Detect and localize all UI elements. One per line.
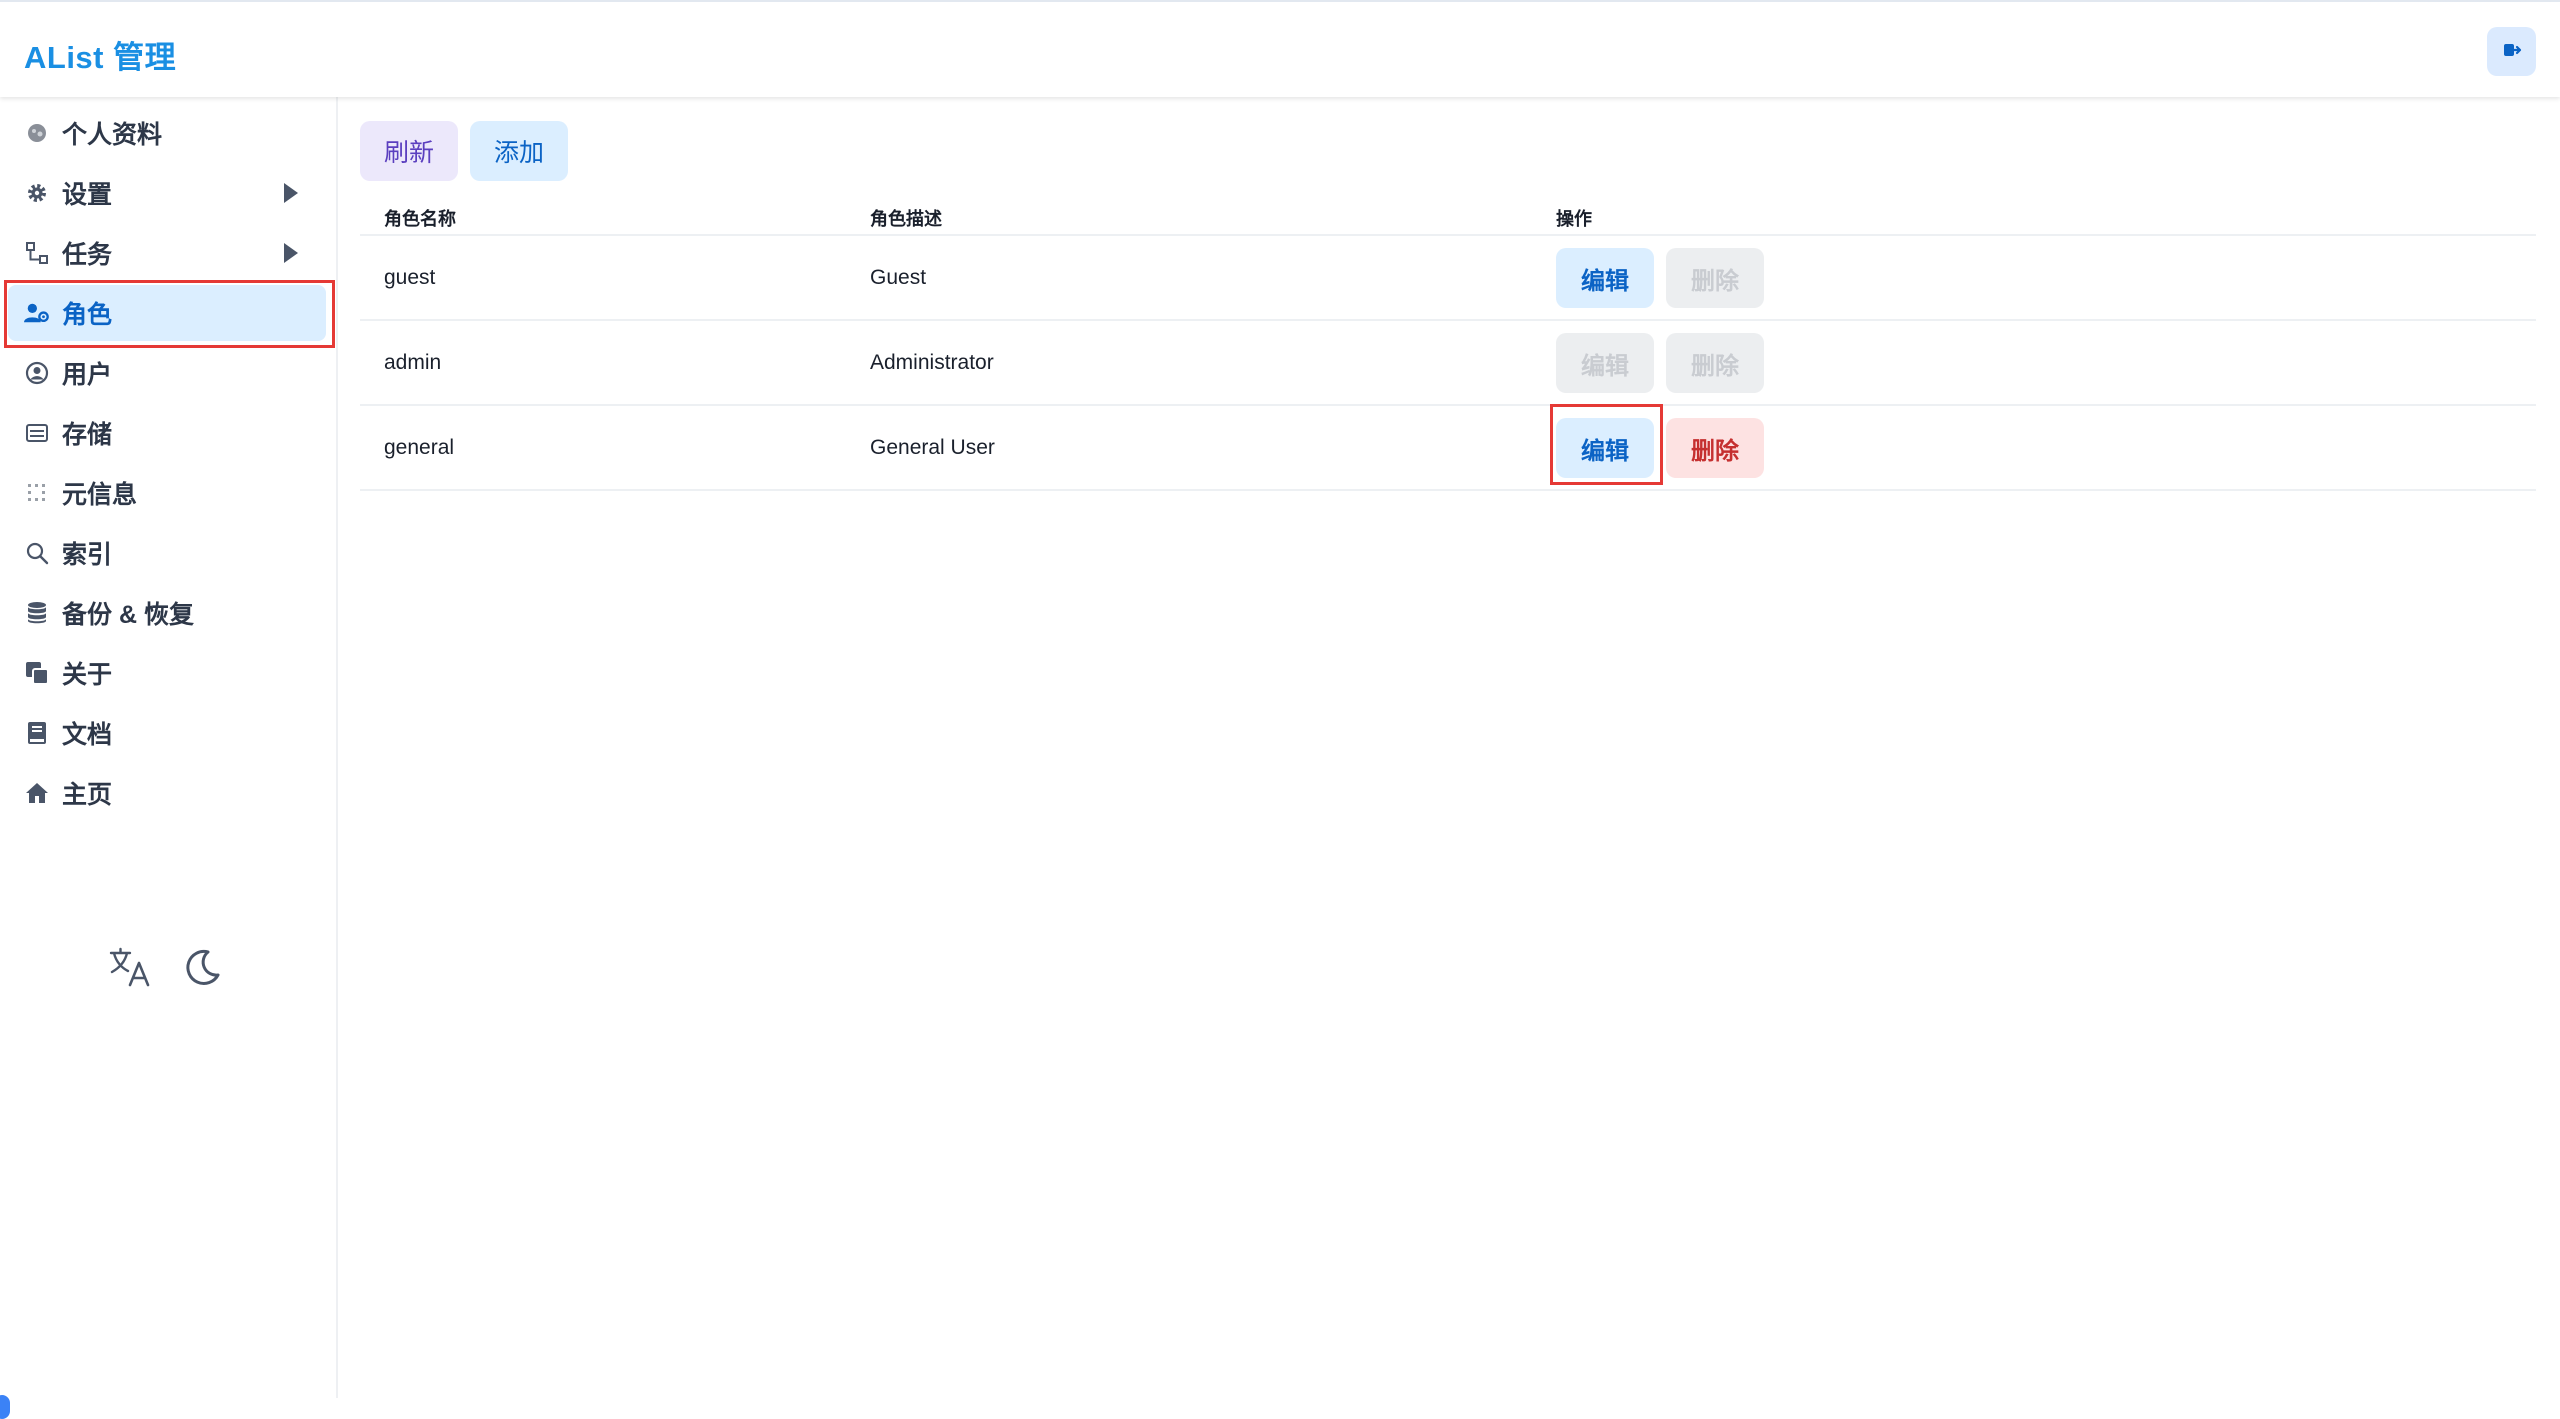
logout-icon bbox=[2502, 40, 2522, 63]
profile-icon bbox=[24, 120, 50, 146]
sidebar-item-label: 角色 bbox=[62, 301, 113, 329]
add-button[interactable]: 添加 bbox=[470, 121, 568, 181]
delete-button: 删除 bbox=[1666, 333, 1764, 393]
storage-icon bbox=[24, 420, 50, 446]
sidebar-item-home[interactable]: 主页 bbox=[8, 765, 326, 821]
role-description: Administrator bbox=[870, 351, 994, 374]
table-row: admin Administrator 编辑 删除 bbox=[360, 321, 2536, 406]
sidebar-item-settings[interactable]: 设置 bbox=[8, 165, 326, 221]
delete-button: 删除 bbox=[1666, 248, 1764, 308]
column-header-role-description: 角色描述 bbox=[870, 209, 942, 229]
sidebar-item-label: 用户 bbox=[62, 361, 113, 389]
meta-icon bbox=[24, 480, 50, 506]
sidebar-item-label: 主页 bbox=[62, 781, 113, 809]
search-icon bbox=[24, 540, 50, 566]
sidebar-item-label: 任务 bbox=[62, 241, 113, 269]
role-name: general bbox=[384, 436, 455, 459]
sidebar-item-backup[interactable]: 备份 & 恢复 bbox=[8, 585, 326, 641]
sidebar-item-roles[interactable]: 角色 bbox=[8, 285, 326, 341]
column-header-actions: 操作 bbox=[1556, 209, 1592, 229]
tasks-icon bbox=[24, 240, 50, 266]
chevron-right-icon bbox=[282, 241, 300, 272]
sidebar-item-label: 存储 bbox=[62, 421, 113, 449]
roles-table: 角色名称 角色描述 操作 guest Guest 编辑 删除 admin Adm… bbox=[360, 196, 2536, 491]
sidebar-item-label: 个人资料 bbox=[62, 121, 163, 149]
translate-icon[interactable] bbox=[108, 945, 152, 989]
logout-button[interactable] bbox=[2487, 27, 2536, 76]
sidebar-item-profile[interactable]: 个人资料 bbox=[8, 105, 326, 161]
role-description: General User bbox=[870, 436, 995, 459]
table-row: general General User 编辑 删除 bbox=[360, 406, 2536, 491]
book-icon bbox=[24, 720, 50, 746]
sidebar-item-docs[interactable]: 文档 bbox=[8, 705, 326, 761]
role-icon bbox=[24, 300, 50, 326]
sidebar-item-label: 索引 bbox=[62, 541, 113, 569]
sidebar-item-label: 文档 bbox=[62, 721, 113, 749]
sidebar-item-users[interactable]: 用户 bbox=[8, 345, 326, 401]
sidebar-footer bbox=[108, 945, 224, 989]
sidebar-item-storage[interactable]: 存储 bbox=[8, 405, 326, 461]
user-icon bbox=[24, 360, 50, 386]
scroll-indicator[interactable] bbox=[0, 1395, 10, 1419]
sidebar-item-index[interactable]: 索引 bbox=[8, 525, 326, 581]
role-name: admin bbox=[384, 351, 442, 374]
sidebar-item-label: 元信息 bbox=[62, 481, 138, 509]
sidebar-item-about[interactable]: 关于 bbox=[8, 645, 326, 701]
app-title[interactable]: AList 管理 bbox=[24, 32, 176, 77]
role-description: Guest bbox=[870, 266, 927, 289]
edit-button[interactable]: 编辑 bbox=[1556, 418, 1654, 478]
gear-icon bbox=[24, 180, 50, 206]
sidebar-item-label: 设置 bbox=[62, 181, 113, 209]
column-header-role-name: 角色名称 bbox=[384, 209, 456, 229]
sidebar-item-label: 备份 & 恢复 bbox=[62, 601, 194, 629]
sidebar-item-label: 关于 bbox=[62, 661, 113, 689]
edit-button: 编辑 bbox=[1556, 333, 1654, 393]
home-icon bbox=[24, 780, 50, 806]
chevron-right-icon bbox=[282, 181, 300, 212]
delete-button[interactable]: 删除 bbox=[1666, 418, 1764, 478]
app-header: AList 管理 bbox=[0, 0, 2560, 97]
sidebar: 个人资料 设置 任务 角色 用户 存储 元信息 索引 备份 & 恢复 关于 文档… bbox=[0, 97, 338, 1419]
edit-button[interactable]: 编辑 bbox=[1556, 248, 1654, 308]
table-row: guest Guest 编辑 删除 bbox=[360, 236, 2536, 321]
table-header: 角色名称 角色描述 操作 bbox=[360, 196, 2536, 236]
moon-icon[interactable] bbox=[180, 945, 224, 989]
about-icon bbox=[24, 660, 50, 686]
sidebar-item-tasks[interactable]: 任务 bbox=[8, 225, 326, 281]
sidebar-item-meta[interactable]: 元信息 bbox=[8, 465, 326, 521]
role-name: guest bbox=[384, 266, 436, 289]
refresh-button[interactable]: 刷新 bbox=[360, 121, 458, 181]
database-icon bbox=[24, 600, 50, 626]
